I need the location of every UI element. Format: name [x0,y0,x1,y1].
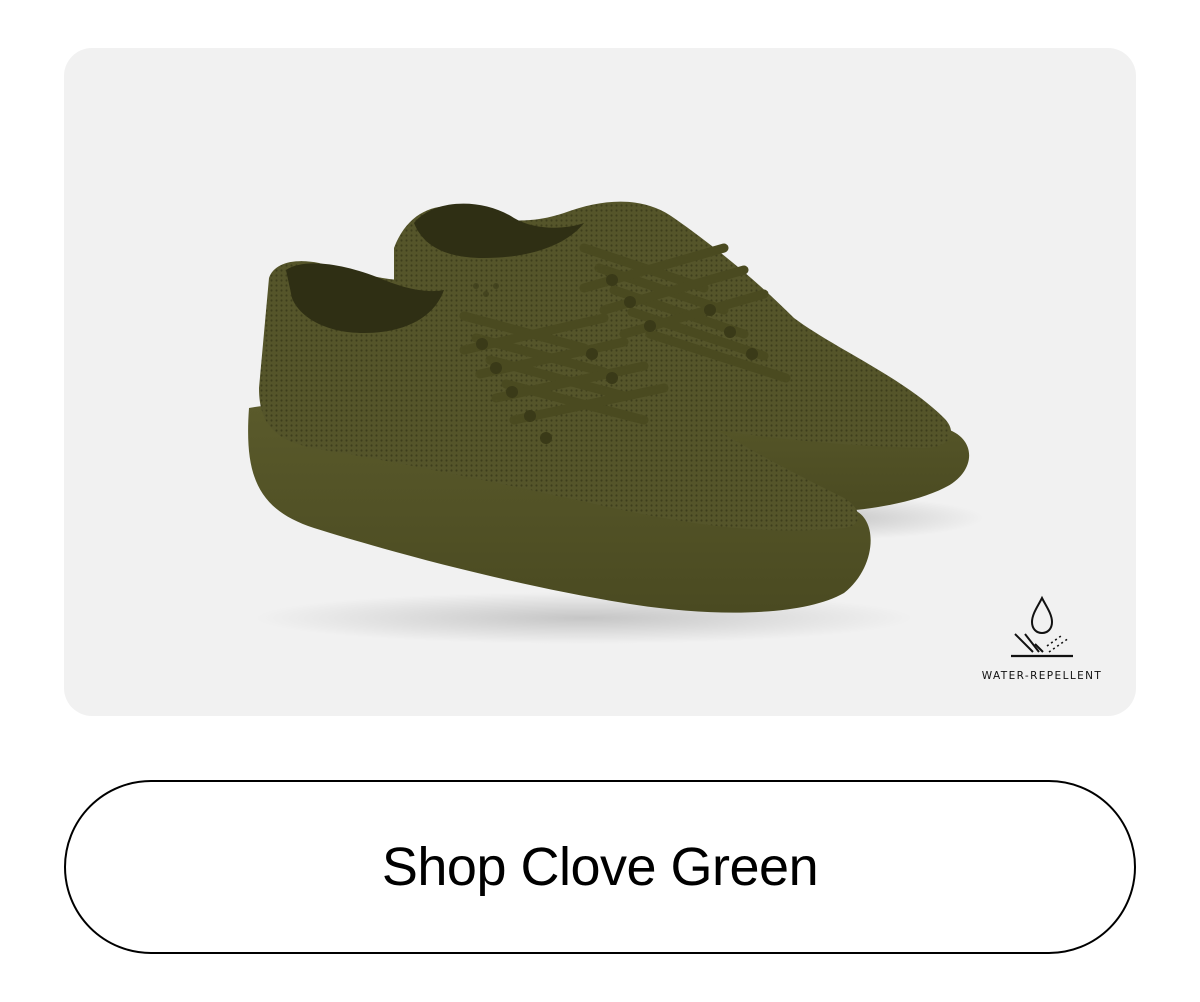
shop-button[interactable]: Shop Clove Green [64,780,1136,954]
product-card[interactable]: WATER-REPELLENT [64,48,1136,716]
water-repellent-badge: WATER-REPELLENT [972,594,1112,682]
water-drop-repellent-icon [1011,595,1073,658]
badge-label: WATER-REPELLENT [981,670,1103,682]
shop-button-label: Shop Clove Green [381,837,819,897]
